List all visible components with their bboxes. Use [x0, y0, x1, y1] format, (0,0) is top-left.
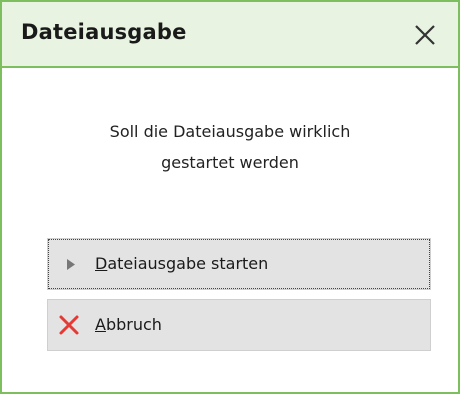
cancel-button[interactable]: Abbruch: [47, 299, 431, 351]
red-x-icon: [59, 315, 79, 335]
dialog-message: Soll die Dateiausgabe wirklich gestartet…: [42, 116, 418, 178]
dialog-title: Dateiausgabe: [21, 20, 187, 44]
start-export-button[interactable]: Dateiausgabe starten: [47, 238, 431, 290]
message-line-2: gestartet werden: [161, 153, 299, 172]
cancel-label: Abbruch: [95, 315, 162, 334]
dialog-titlebar: Dateiausgabe: [2, 2, 458, 68]
confirm-dialog: Dateiausgabe Soll die Dateiausgabe wirkl…: [0, 0, 460, 394]
close-icon: [415, 25, 435, 45]
play-arrow-icon: [67, 259, 75, 270]
message-line-1: Soll die Dateiausgabe wirklich: [109, 122, 351, 141]
start-export-label: Dateiausgabe starten: [95, 254, 269, 273]
close-button[interactable]: [404, 14, 444, 54]
